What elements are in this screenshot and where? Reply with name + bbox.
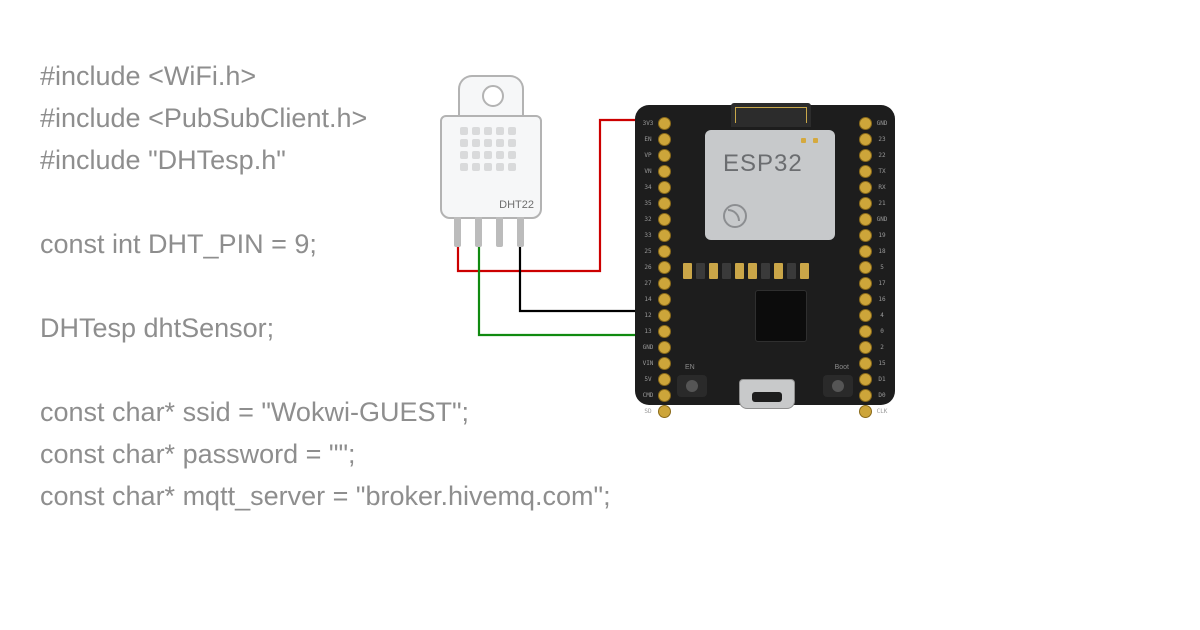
pin-hole xyxy=(658,197,671,210)
pin-hole xyxy=(859,117,872,130)
pin-hole xyxy=(859,309,872,322)
pin-label: 18 xyxy=(875,248,889,255)
pin-hole xyxy=(859,373,872,386)
pin-hole xyxy=(859,165,872,178)
pin-header-right: GND 23 22 TX RX 21 GND 19 18 5 17 16 4 0 2 15 D1 D0 CLK xyxy=(859,117,889,418)
pin-hole xyxy=(859,133,872,146)
esp32-shield: ESP32 xyxy=(705,130,835,240)
pin-hole xyxy=(658,213,671,226)
pin-label: 15 xyxy=(875,360,889,367)
pin-hole xyxy=(658,181,671,194)
pin-hole xyxy=(658,229,671,242)
esp32-chip-label: ESP32 xyxy=(723,150,803,178)
pin-hole xyxy=(658,117,671,130)
pin-label: 12 xyxy=(641,312,655,319)
pin-hole xyxy=(658,293,671,306)
pin-hole xyxy=(658,261,671,274)
pin-hole xyxy=(658,325,671,338)
wire-vcc xyxy=(458,120,644,271)
pin-hole xyxy=(859,357,872,370)
pin-label: 34 xyxy=(641,184,655,191)
pin-hole xyxy=(859,277,872,290)
pin-hole xyxy=(859,229,872,242)
boot-button xyxy=(823,375,853,397)
pin-hole xyxy=(658,245,671,258)
pin-hole xyxy=(859,213,872,226)
pin-hole xyxy=(859,245,872,258)
pin-label: RX xyxy=(875,184,889,191)
pin-label: 17 xyxy=(875,280,889,287)
pin-label: 3V3 xyxy=(641,120,655,127)
smd-components xyxy=(683,263,809,279)
pin-hole xyxy=(859,261,872,274)
pin-label: 16 xyxy=(875,296,889,303)
esp32-board: ESP32 3V3ENVPVN34353233252627141213GNDVI… xyxy=(635,105,895,405)
pin-label: VP xyxy=(641,152,655,159)
pin-label: SD xyxy=(641,408,655,415)
pin-label: GND xyxy=(875,120,889,127)
pin-hole xyxy=(859,293,872,306)
pin-hole xyxy=(658,341,671,354)
pin-label: 26 xyxy=(641,264,655,271)
pin-label: 0 xyxy=(875,328,889,335)
pin-hole xyxy=(658,389,671,402)
pin-label: 13 xyxy=(641,328,655,335)
pin-hole xyxy=(658,373,671,386)
pin-label: TX xyxy=(875,168,889,175)
pin-label: 19 xyxy=(875,232,889,239)
pin-label: 25 xyxy=(641,248,655,255)
pin-hole xyxy=(658,149,671,162)
pin-hole xyxy=(859,149,872,162)
pin-label: 4 xyxy=(875,312,889,319)
pin-hole xyxy=(658,277,671,290)
pin-hole xyxy=(658,357,671,370)
pin-label: D1 xyxy=(875,376,889,383)
pin-label: EN xyxy=(641,136,655,143)
pin-label: CMD xyxy=(641,392,655,399)
pin-label: 5V xyxy=(641,376,655,383)
pin-hole xyxy=(658,309,671,322)
esp32-antenna xyxy=(731,103,811,127)
micro-usb-port xyxy=(739,379,795,409)
pin-label: 2 xyxy=(875,344,889,351)
pin-label: CLK xyxy=(875,408,889,415)
pin-hole xyxy=(859,325,872,338)
usb-serial-chip xyxy=(755,290,807,342)
pin-label: 22 xyxy=(875,152,889,159)
pin-label: GND xyxy=(875,216,889,223)
shield-dot-icon xyxy=(813,138,818,143)
pin-label: 5 xyxy=(875,264,889,271)
boot-button-label: Boot xyxy=(835,364,849,371)
wiring-diagram: DHT22 ESP32 3V3ENVPVN3435323325262714121… xyxy=(430,75,910,415)
pin-label: 32 xyxy=(641,216,655,223)
pin-hole xyxy=(658,133,671,146)
pin-label: D0 xyxy=(875,392,889,399)
pin-hole xyxy=(859,405,872,418)
pin-label: 33 xyxy=(641,232,655,239)
pin-label: VIN xyxy=(641,360,655,367)
pin-header-left: 3V3 EN VP VN 34 35 32 33 25 26 27 14 12 13 GND VIN 5V CMD… xyxy=(641,117,671,418)
pin-hole xyxy=(859,389,872,402)
wire-gnd xyxy=(520,247,644,311)
pin-label: 27 xyxy=(641,280,655,287)
pin-label: 23 xyxy=(875,136,889,143)
espressif-logo-icon xyxy=(723,204,747,228)
pin-hole xyxy=(859,197,872,210)
en-button-label: EN xyxy=(685,364,695,371)
pin-hole xyxy=(859,181,872,194)
pin-hole xyxy=(658,405,671,418)
pin-label: GND xyxy=(641,344,655,351)
pin-label: 14 xyxy=(641,296,655,303)
wire-data xyxy=(479,247,644,335)
pin-label: 35 xyxy=(641,200,655,207)
pin-hole xyxy=(658,165,671,178)
pin-hole xyxy=(859,341,872,354)
pin-label: 21 xyxy=(875,200,889,207)
pin-label: VN xyxy=(641,168,655,175)
shield-dot-icon xyxy=(801,138,806,143)
en-button xyxy=(677,375,707,397)
